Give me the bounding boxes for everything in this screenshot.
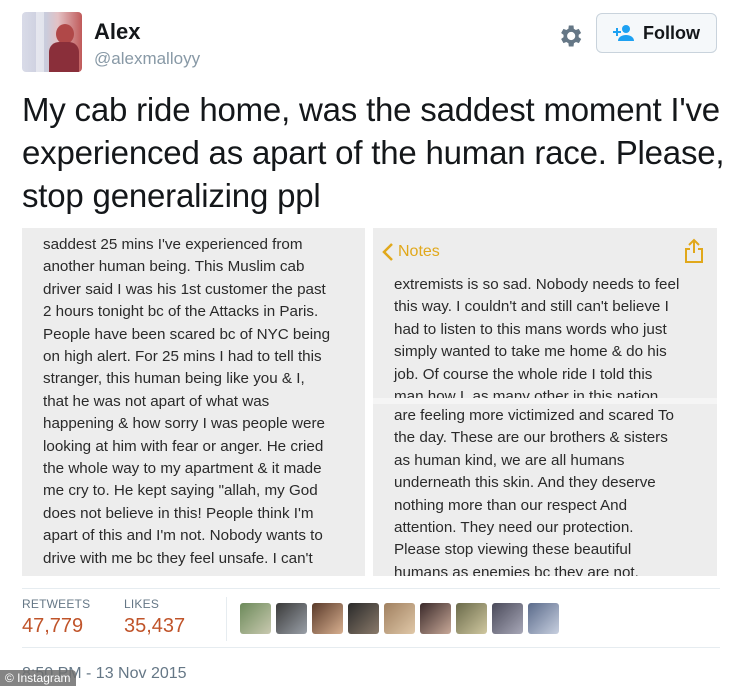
liker-avatar[interactable] — [528, 603, 559, 634]
notes-back-button[interactable]: Notes — [382, 241, 440, 263]
add-user-icon — [613, 25, 634, 41]
screenshot-left: saddest 25 mins I've experienced from ano… — [22, 228, 365, 576]
likes-label: LIKES — [124, 597, 160, 611]
screenshot-text-line: drive with me bc they feel unsafe. I can… — [43, 549, 313, 567]
retweets-label: RETWEETS — [22, 597, 91, 611]
likes-count: 35,437 — [124, 615, 186, 637]
screenshot-text-line: another human being. This Muslim cab — [43, 258, 305, 276]
notes-text-line: the day. These are our brothers & sister… — [394, 429, 668, 447]
notes-text-line: extremists is so sad. Nobody needs to fe… — [394, 276, 680, 293]
liker-avatar[interactable] — [420, 603, 451, 634]
instagram-watermark: © Instagram — [0, 670, 76, 686]
screenshot-right: Notes extremists is so sad. Nobody needs… — [373, 228, 717, 576]
screenshot-text-line: apart of this and I'm not. Nobody wants … — [43, 527, 323, 545]
liker-avatar[interactable] — [492, 603, 523, 634]
notes-text-line: simply wanted to take me home & do his — [394, 343, 667, 361]
notes-text-line: nothing more than our respect And — [394, 496, 628, 514]
notes-text-line: underneath this skin. And they deserve — [394, 474, 656, 492]
notes-text-line: as human kind, we are all humans — [394, 451, 625, 469]
retweets-count: 47,779 — [22, 615, 84, 637]
gear-icon[interactable] — [556, 22, 584, 50]
notes-text-line: job. Of course the whole ride I told thi… — [394, 365, 653, 383]
screenshot-divider — [373, 398, 717, 404]
notes-text-line: had to listen to this mans words who jus… — [394, 320, 667, 338]
stats-divider — [226, 597, 227, 641]
notes-text-bottom: are feeling more victimized and scared T… — [394, 405, 674, 576]
screenshot-text-line: me cry to. He kept saying "allah, my God — [43, 482, 318, 500]
screenshot-text-line: looking at him with fear or anger. He cr… — [43, 437, 324, 455]
screenshot-text-line: happening & how sorry I was people were — [43, 415, 325, 433]
notes-text-line: humans as enemies bc they are not. — [394, 563, 639, 576]
notes-text-top: extremists is so sad. Nobody needs to fe… — [394, 274, 679, 408]
screenshot-left-text: saddest 25 mins I've experienced from ano… — [43, 234, 365, 570]
notes-text-line: Please stop viewing these beautiful — [394, 541, 632, 559]
notes-text-line: are feeling more victimized and scared T… — [394, 407, 674, 424]
liker-avatar[interactable] — [240, 603, 271, 634]
screenshot-text-line: stranger, this human being like you & I, — [43, 370, 305, 388]
likes-stat[interactable]: LIKES 35,437 — [124, 597, 185, 638]
likers-avatars — [240, 603, 559, 634]
user-name[interactable]: Alex — [94, 19, 140, 45]
liker-avatar[interactable] — [456, 603, 487, 634]
liker-avatar[interactable] — [348, 603, 379, 634]
screenshot-text-line: driver said I was his 1st customer the p… — [43, 280, 326, 298]
tweet-text: My cab ride home, was the saddest moment… — [22, 91, 725, 214]
liker-avatar[interactable] — [312, 603, 343, 634]
screenshot-text-line: on high alert. For 25 mins I had to tell… — [43, 348, 322, 366]
follow-button[interactable]: Follow — [596, 13, 717, 53]
screenshot-text-line: People have been scared bc of NYC being — [43, 325, 331, 343]
screenshot-text-line: 2 hours tonight bc of the Attacks in Par… — [43, 303, 319, 321]
tweet-header: Alex @alexmalloyy Follow — [22, 12, 720, 74]
notes-text-line: attention. They need our protection. — [394, 519, 634, 537]
screenshot-text-line: that he was not apart of what was — [43, 392, 270, 410]
screenshot-text-line: saddest 25 mins I've experienced from — [43, 236, 303, 253]
notes-toolbar: Notes — [373, 228, 717, 272]
user-handle[interactable]: @alexmalloyy — [94, 49, 200, 69]
retweets-stat[interactable]: RETWEETS 47,779 — [22, 597, 90, 638]
notes-text-line: this way. I couldn't and still can't bel… — [394, 298, 669, 316]
avatar[interactable] — [22, 12, 82, 72]
share-icon[interactable] — [683, 238, 705, 264]
screenshot-text-line: does not believe in this! People think I… — [43, 504, 314, 522]
tweet-stats: RETWEETS 47,779 LIKES 35,437 — [22, 588, 720, 648]
liker-avatar[interactable] — [276, 603, 307, 634]
screenshot-text-line: the whole way to my apartment & it made — [43, 460, 322, 478]
notes-back-label: Notes — [398, 243, 440, 260]
liker-avatar[interactable] — [384, 603, 415, 634]
chevron-left-icon — [382, 243, 393, 262]
follow-label: Follow — [643, 22, 700, 43]
